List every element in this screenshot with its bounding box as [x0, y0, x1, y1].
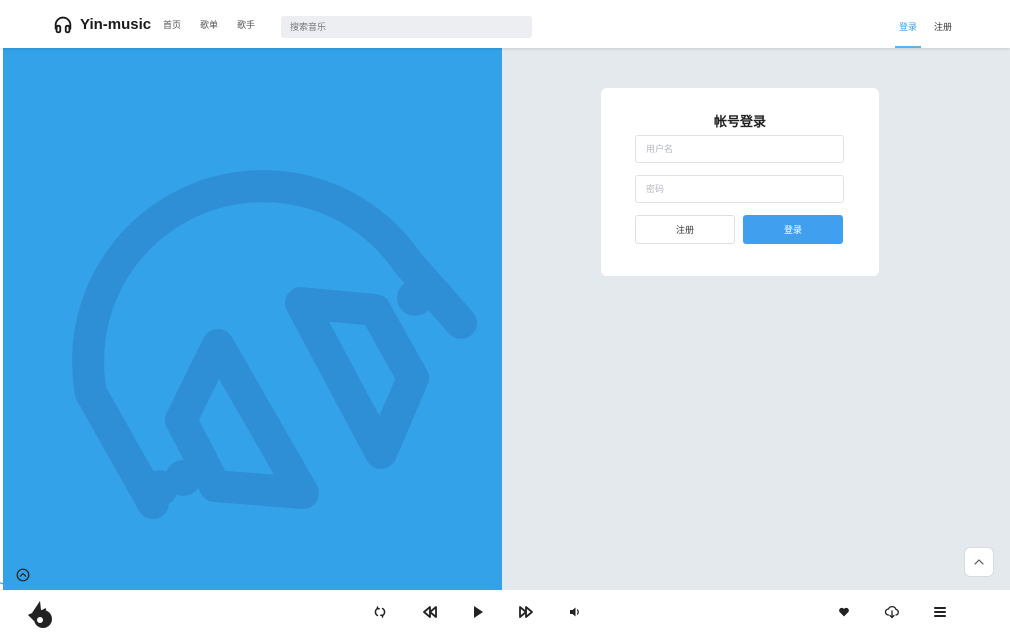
login-button[interactable]: 登录 — [743, 215, 843, 244]
nav-item-playlists[interactable]: 歌单 — [200, 18, 218, 31]
next-button[interactable] — [516, 602, 536, 622]
download-icon — [884, 605, 899, 619]
nav-item-home[interactable]: 首页 — [163, 18, 181, 31]
playlist-icon — [934, 607, 946, 617]
loop-icon — [374, 606, 386, 618]
login-area: 帐号登录 注册 登录 — [502, 48, 1010, 590]
login-card: 帐号登录 注册 登录 — [601, 88, 879, 276]
album-cover-icon[interactable] — [22, 595, 58, 631]
header-login-link[interactable]: 登录 — [894, 20, 922, 48]
volume-button[interactable] — [565, 602, 585, 622]
play-icon — [474, 606, 483, 618]
loop-button[interactable] — [370, 602, 390, 622]
app-root: Yin-music 首页 歌单 歌手 登录 注册 — [0, 0, 1010, 642]
previous-button[interactable] — [420, 602, 440, 622]
heart-icon — [839, 607, 849, 617]
chevron-up-icon — [974, 559, 984, 565]
chevron-up-circle-icon[interactable] — [16, 568, 30, 582]
play-button[interactable] — [468, 602, 488, 622]
username-input[interactable] — [635, 135, 844, 163]
headphones-icon — [54, 16, 72, 34]
auth-links: 登录 注册 — [894, 20, 952, 48]
next-icon — [519, 606, 533, 618]
back-to-top-button[interactable] — [964, 547, 994, 577]
previous-icon — [423, 606, 437, 618]
password-input[interactable] — [635, 175, 844, 203]
like-button[interactable] — [834, 602, 854, 622]
logo-text: Yin-music — [80, 15, 152, 33]
logo[interactable]: Yin-music — [52, 13, 151, 35]
playlist-button[interactable] — [930, 602, 950, 622]
register-button[interactable]: 注册 — [635, 215, 735, 244]
player-bar — [0, 590, 1010, 642]
login-illustration — [3, 48, 502, 590]
top-header: Yin-music 首页 歌单 歌手 登录 注册 — [0, 0, 1010, 48]
headphones-illustration-icon — [72, 170, 477, 519]
search-input[interactable] — [281, 16, 532, 38]
download-button[interactable] — [882, 602, 902, 622]
main-nav: 首页 歌单 歌手 — [163, 18, 274, 31]
login-title: 帐号登录 — [713, 114, 766, 129]
volume-icon — [570, 607, 579, 617]
header-register-link[interactable]: 注册 — [934, 20, 952, 33]
nav-item-singers[interactable]: 歌手 — [237, 18, 255, 31]
